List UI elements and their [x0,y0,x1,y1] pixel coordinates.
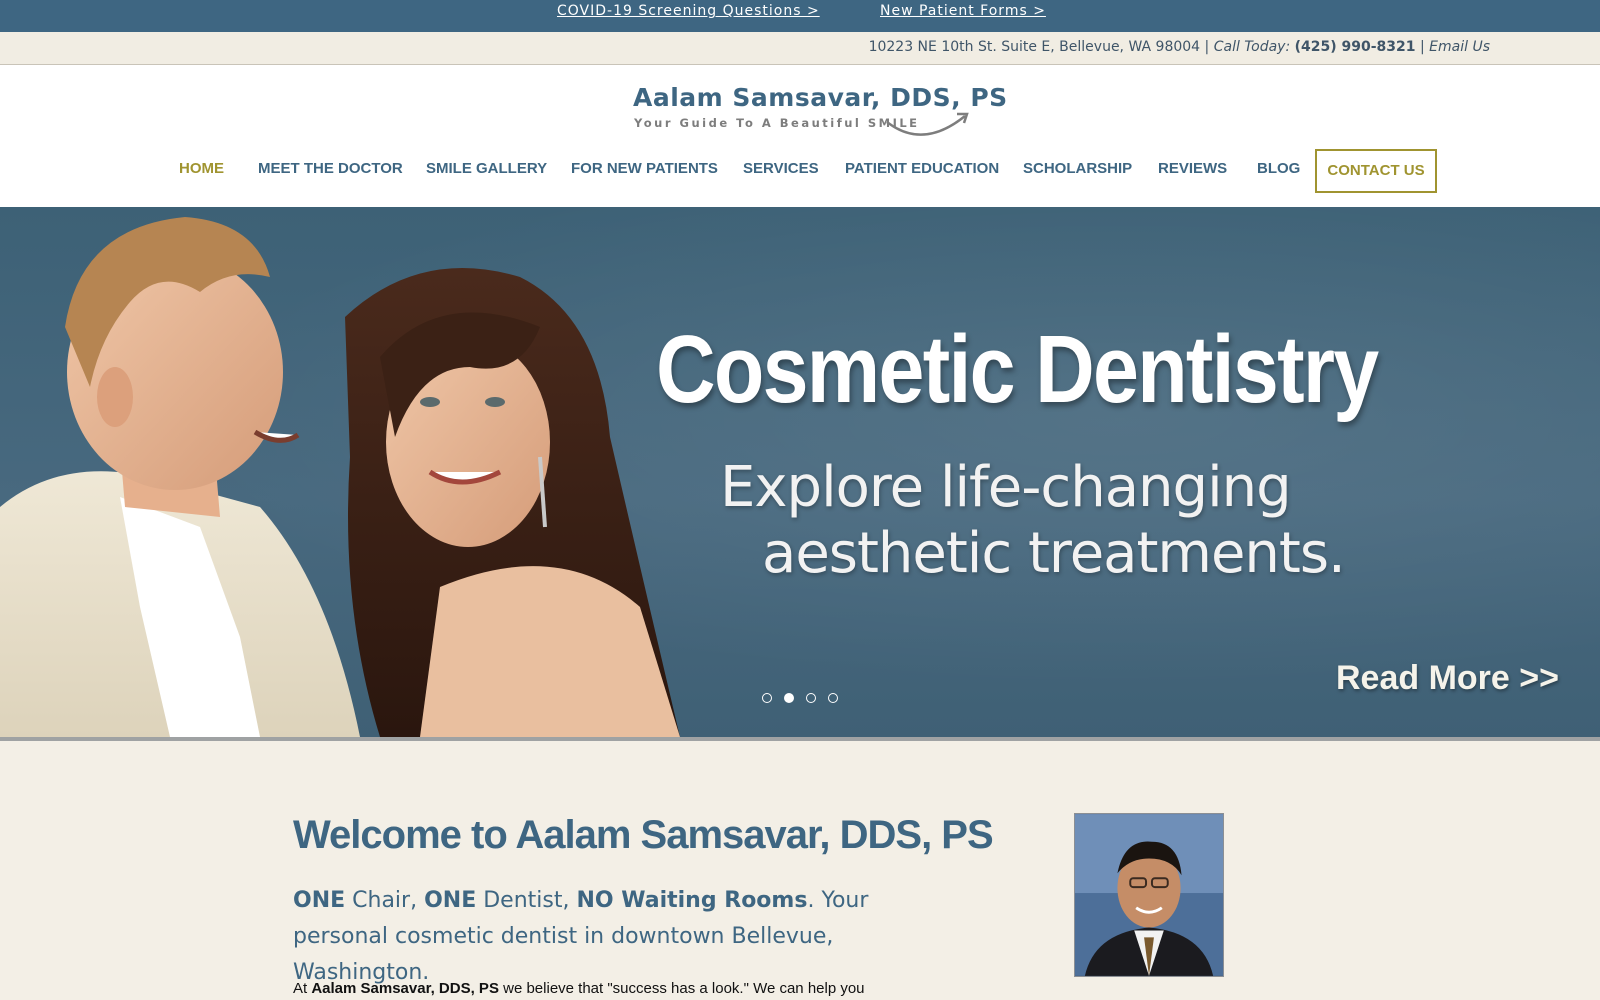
contact-info: 10223 NE 10th St. Suite E, Bellevue, WA … [869,39,1490,55]
main-navigation: HOME MEET THE DOCTOR SMILE GALLERY FOR N… [0,149,1600,193]
contact-info-bar: 10223 NE 10th St. Suite E, Bellevue, WA … [0,32,1600,65]
lead-dentist: Dentist, [476,888,577,913]
welcome-section: Welcome to Aalam Samsavar, DDS, PS ONE C… [0,745,1600,1000]
top-announcement-bar: COVID-19 Screening Questions > New Patie… [0,0,1600,32]
logo-tagline: Your Guide To A Beautiful SMILE [634,116,920,130]
body-practice-name: Aalam Samsavar, DDS, PS [311,980,499,997]
slider-dot-2[interactable] [784,693,794,703]
site-header: Aalam Samsavar, DDS, PS Your Guide To A … [0,65,1600,207]
hero-couple-photo [0,217,680,737]
nav-services[interactable]: SERVICES [743,160,819,177]
welcome-heading: Welcome to Aalam Samsavar, DDS, PS [293,813,994,857]
body-at: At [293,980,312,997]
hero-subtitle-line-2: aesthetic treatments. [762,521,1346,586]
nav-reviews[interactable]: REVIEWS [1158,160,1227,177]
address-text: 10223 NE 10th St. Suite E, Bellevue, WA … [868,39,1201,55]
call-today-label: Call Today: [1213,39,1291,55]
slider-dot-4[interactable] [828,693,838,703]
body-rest: we believe that "success has a look." We… [498,980,865,997]
hero-slider: Cosmetic Dentistry Explore life-changing… [0,207,1600,741]
slider-dot-3[interactable] [806,693,816,703]
nav-home[interactable]: HOME [179,160,224,177]
nav-for-new-patients[interactable]: FOR NEW PATIENTS [571,160,718,177]
lead-one-2: ONE [424,888,477,913]
lead-no-waiting: NO Waiting Rooms [576,888,808,913]
welcome-lead: ONE Chair, ONE Dentist, NO Waiting Rooms… [293,883,933,991]
hero-subtitle-line-1: Explore life-changing [720,455,1292,520]
lead-chair: Chair, [345,888,425,913]
nav-blog[interactable]: BLOG [1257,160,1300,177]
covid-screening-link[interactable]: COVID-19 Screening Questions > [557,3,820,19]
nav-meet-the-doctor[interactable]: MEET THE DOCTOR [258,160,403,177]
phone-link[interactable]: (425) 990-8321 [1295,39,1416,55]
read-more-link[interactable]: Read More >> [1336,659,1559,698]
nav-patient-education[interactable]: PATIENT EDUCATION [845,160,999,177]
welcome-body-text: At Aalam Samsavar, DDS, PS we believe th… [293,980,865,997]
nav-scholarship[interactable]: SCHOLARSHIP [1023,160,1132,177]
contact-us-button[interactable]: CONTACT US [1315,149,1437,193]
lead-one-1: ONE [293,888,346,913]
hero-title: Cosmetic Dentistry [656,316,1379,423]
new-patient-forms-link[interactable]: New Patient Forms > [880,3,1046,19]
slider-dot-1[interactable] [762,693,772,703]
nav-smile-gallery[interactable]: SMILE GALLERY [426,160,547,177]
separator: | [1200,39,1214,55]
smile-swoosh-icon [886,112,969,136]
email-us-link[interactable]: Email Us [1429,39,1490,55]
separator: | [1415,39,1430,55]
doctor-portrait [1074,813,1224,977]
site-logo[interactable]: Aalam Samsavar, DDS, PS Your Guide To A … [633,83,1007,143]
